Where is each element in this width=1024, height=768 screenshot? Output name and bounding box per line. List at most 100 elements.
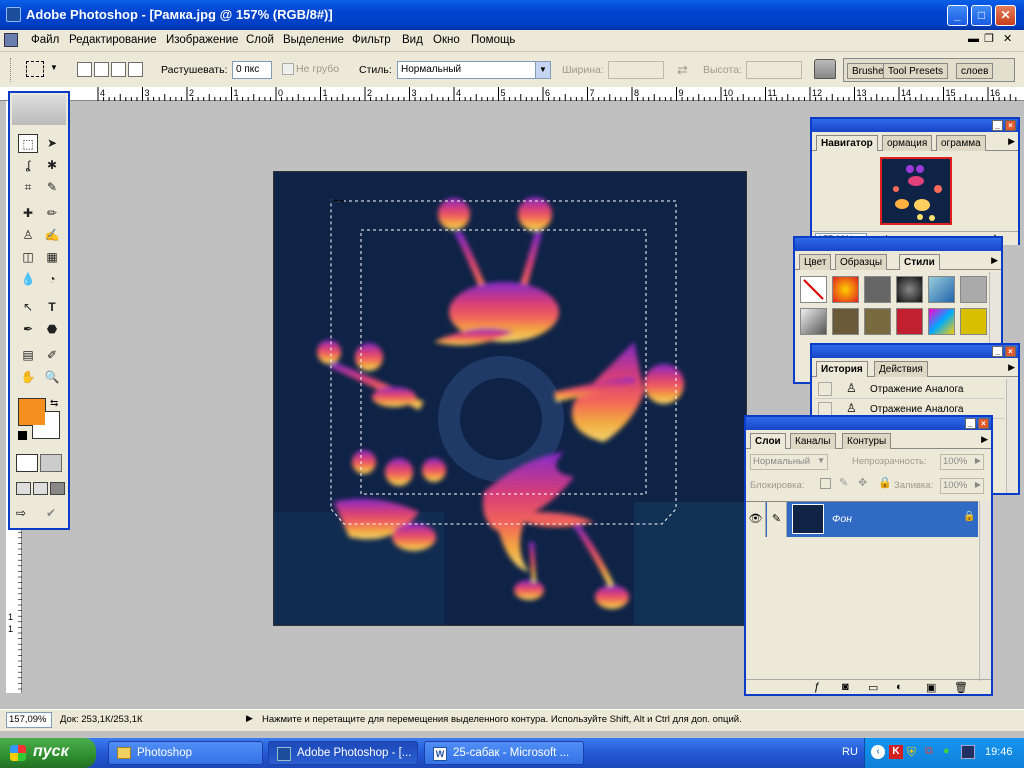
rectangular-marquee-tool-icon[interactable]: ⬚ xyxy=(18,134,38,153)
document-canvas[interactable] xyxy=(273,171,747,626)
type-tool-icon[interactable]: T xyxy=(42,298,62,317)
file-browser-icon[interactable] xyxy=(814,59,836,79)
tab-actions[interactable]: Действия xyxy=(874,361,928,377)
security-shield-icon[interactable]: ⛨ xyxy=(907,745,921,759)
standard-screen-mode-icon[interactable] xyxy=(16,482,31,495)
layer-mask-icon[interactable]: ◙ xyxy=(842,681,849,693)
palette-close-button[interactable]: × xyxy=(1005,120,1016,131)
doc-minimize-button[interactable]: ▬ xyxy=(968,33,979,45)
tab-navigator[interactable]: Навигатор xyxy=(816,135,878,151)
menu-select[interactable]: Выделение xyxy=(283,34,344,46)
tab-history[interactable]: История xyxy=(816,361,868,377)
chevron-down-icon[interactable]: ▼ xyxy=(535,62,550,78)
style-swatch-1[interactable] xyxy=(832,276,859,303)
palette-menu-arrow-icon[interactable]: ▶ xyxy=(981,434,988,445)
menu-image[interactable]: Изображение xyxy=(166,34,238,46)
quick-mask-mode-icon[interactable] xyxy=(40,454,62,472)
taskbar-item-word[interactable]: W 25-сабак - Microsoft ... xyxy=(424,741,584,765)
trash-icon[interactable]: 🗑 xyxy=(954,681,968,694)
layer-style-icon[interactable]: ƒ xyxy=(814,681,820,693)
history-scrollbar[interactable] xyxy=(1006,379,1018,493)
menu-filter[interactable]: Фильтр xyxy=(352,34,391,46)
brush-active-icon[interactable]: ✎ xyxy=(767,502,787,537)
style-swatch-11[interactable] xyxy=(960,308,987,335)
tab-info[interactable]: ормация xyxy=(882,135,933,151)
menu-file[interactable]: Файл xyxy=(31,34,59,46)
taskbar-item-photoshop-app[interactable]: Adobe Photoshop - [... xyxy=(268,741,418,765)
layer-row-background[interactable]: 👁 ✎ Фон 🔒 xyxy=(746,501,978,537)
clone-stamp-tool-icon[interactable]: ♙ xyxy=(18,226,38,245)
maximize-button[interactable]: □ xyxy=(971,5,992,26)
notes-tool-icon[interactable]: ▤ xyxy=(18,346,38,365)
palette-menu-arrow-icon[interactable]: ▶ xyxy=(1008,136,1015,147)
swap-colors-icon[interactable]: ⇆ xyxy=(50,398,58,409)
layers-palette-header[interactable]: _ × xyxy=(746,417,991,430)
clock[interactable]: 19:46 xyxy=(985,746,1013,758)
tab-histogram[interactable]: ограмма xyxy=(936,135,986,151)
styles-palette-header[interactable] xyxy=(795,238,1001,251)
style-swatch-7[interactable] xyxy=(832,308,859,335)
menu-window[interactable]: Окно xyxy=(433,34,460,46)
style-swatch-5[interactable] xyxy=(960,276,987,303)
style-select[interactable]: Нормальный ▼ xyxy=(397,61,551,79)
palette-minimize-button[interactable]: _ xyxy=(965,418,976,429)
palette-well-tab-layer-comps[interactable]: слоев xyxy=(956,63,994,79)
palette-menu-arrow-icon[interactable]: ▶ xyxy=(991,255,998,266)
add-to-selection-icon[interactable] xyxy=(94,62,109,77)
menu-help[interactable]: Помощь xyxy=(471,34,515,46)
adjustment-layer-icon[interactable]: ◐ xyxy=(896,681,903,693)
style-swatch-10[interactable] xyxy=(928,308,955,335)
layers-scrollbar[interactable] xyxy=(979,501,991,681)
eye-visibility-icon[interactable]: 👁 xyxy=(746,502,766,537)
photoshop-feather-logo[interactable] xyxy=(12,95,66,125)
palette-well-tab-tool-presets[interactable]: Tool Presets xyxy=(883,63,949,79)
history-brush-tool-icon[interactable]: ✍ xyxy=(42,226,62,245)
tab-color[interactable]: Цвет xyxy=(799,254,832,270)
dodge-tool-icon[interactable]: ◔ xyxy=(42,270,62,289)
pen-tool-icon[interactable]: ✒ xyxy=(18,320,38,339)
magic-wand-tool-icon[interactable]: ✱ xyxy=(42,156,62,175)
subtract-selection-icon[interactable] xyxy=(111,62,126,77)
new-selection-icon[interactable] xyxy=(77,62,92,77)
palette-menu-arrow-icon[interactable]: ▶ xyxy=(1008,362,1015,373)
full-screen-mode-icon[interactable] xyxy=(50,482,65,495)
doc-close-button[interactable]: ✕ xyxy=(1003,32,1012,45)
style-swatch-9[interactable] xyxy=(896,308,923,335)
style-swatch-8[interactable] xyxy=(864,308,891,335)
zoom-tool-icon[interactable]: 🔍 xyxy=(42,368,62,387)
history-source-box[interactable] xyxy=(818,382,832,396)
status-menu-arrow-icon[interactable]: ▶ xyxy=(246,713,253,724)
style-none[interactable] xyxy=(800,276,827,303)
style-swatch-6[interactable] xyxy=(800,308,827,335)
history-palette-header[interactable]: _ × xyxy=(812,345,1018,358)
navigator-preview[interactable] xyxy=(880,157,952,225)
new-layer-icon[interactable]: ▣ xyxy=(926,681,936,694)
eraser-tool-icon[interactable]: ◫ xyxy=(18,248,38,267)
close-button[interactable]: ✕ xyxy=(995,5,1016,26)
path-selection-tool-icon[interactable]: ↖ xyxy=(18,298,38,317)
slice-tool-icon[interactable]: ✎ xyxy=(42,178,62,197)
lasso-tool-icon[interactable]: ʆ xyxy=(18,156,38,175)
history-item[interactable]: ♙ Отражение Аналога xyxy=(814,379,1004,399)
horizontal-ruler[interactable]: 4 3 2 1 0 1 2 3 4 5 6 7 8 9 10 11 12 13 14 15 16 xyxy=(0,87,1024,101)
blur-tool-icon[interactable]: 💧 xyxy=(18,270,38,289)
healing-brush-tool-icon[interactable]: ✚ xyxy=(18,204,38,223)
default-colors-icon[interactable] xyxy=(18,431,27,440)
custom-shape-tool-icon[interactable]: ⬣ xyxy=(42,320,62,339)
document-icon[interactable] xyxy=(4,33,18,47)
style-swatch-2[interactable] xyxy=(864,276,891,303)
antialias-checkbox[interactable] xyxy=(282,63,294,75)
minimize-button[interactable]: _ xyxy=(947,5,968,26)
navigator-palette-header[interactable]: _ × xyxy=(812,119,1018,132)
eyedropper-tool-icon[interactable]: ✐ xyxy=(42,346,62,365)
feather-input[interactable]: 0 пкс xyxy=(232,61,272,79)
new-group-icon[interactable]: ▭ xyxy=(868,681,878,694)
tab-paths[interactable]: Контуры xyxy=(842,433,892,449)
network-icon[interactable]: ⧉ xyxy=(925,745,939,759)
agent-icon[interactable]: ● xyxy=(943,745,957,759)
brush-tool-icon[interactable]: ✏ xyxy=(42,204,62,223)
doc-restore-button[interactable]: ❐ xyxy=(984,32,994,45)
menu-view[interactable]: Вид xyxy=(402,34,423,46)
document-size[interactable]: Док: 253,1К/253,1К xyxy=(60,714,143,725)
antivirus-icon[interactable]: K xyxy=(889,745,903,759)
